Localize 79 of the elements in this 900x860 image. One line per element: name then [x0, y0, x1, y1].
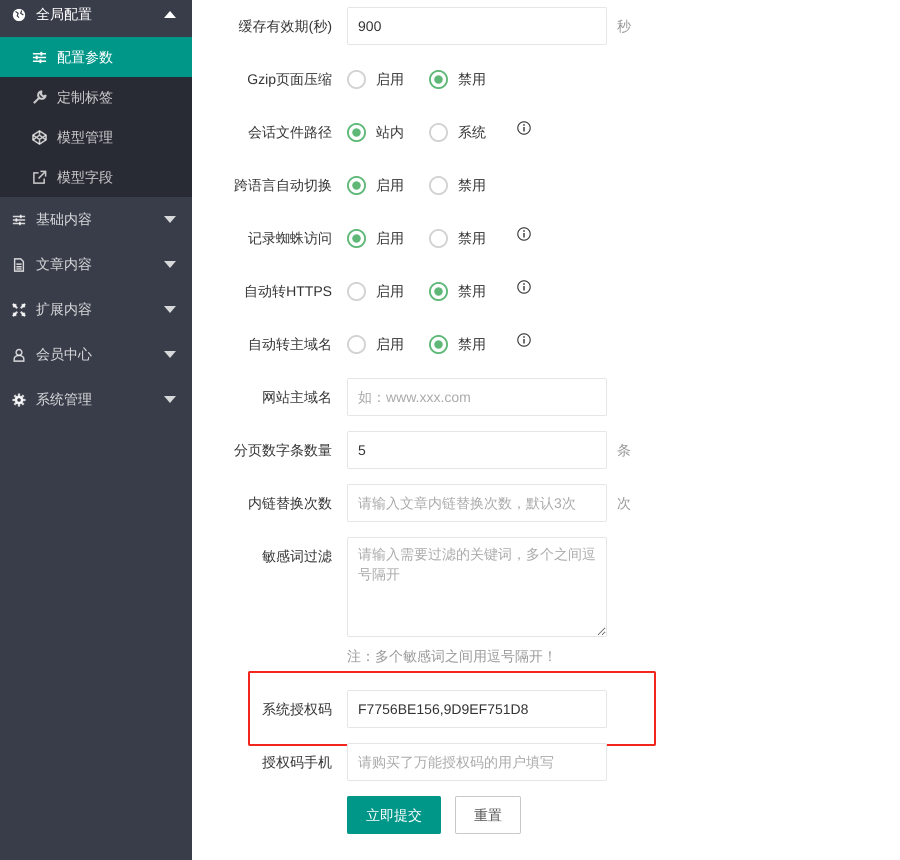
- input-field[interactable]: 5: [347, 431, 607, 469]
- input-field[interactable]: 请输入文章内链替换次数，默认3次: [347, 484, 607, 522]
- sidebar-item[interactable]: 模型字段: [0, 157, 192, 197]
- sidebar-group-header[interactable]: 会员中心: [0, 332, 192, 377]
- radio-option[interactable]: 禁用: [429, 174, 511, 196]
- info-icon[interactable]: [517, 227, 531, 241]
- radio-icon: [429, 282, 448, 300]
- expand-arrows-icon: [12, 302, 26, 316]
- field-label: 记录蜘蛛访问: [247, 229, 333, 248]
- field-label: 跨语言自动切换: [233, 176, 333, 195]
- field-label: 授权码手机: [261, 753, 333, 772]
- radio-option[interactable]: 启用: [347, 228, 429, 248]
- field-label: Gzip页面压缩: [246, 70, 333, 89]
- field-label: 缓存有效期(秒): [238, 17, 333, 36]
- radio-icon: [347, 122, 366, 142]
- sidebar-group-header[interactable]: 文章内容: [0, 242, 192, 287]
- sidebar-item[interactable]: 配置参数: [0, 37, 192, 77]
- sidebar-group-header[interactable]: 系统管理: [0, 377, 192, 422]
- sidebar-item[interactable]: 定制标签: [0, 77, 192, 117]
- caret-icon: [164, 216, 176, 223]
- document-icon: [12, 258, 26, 272]
- caret-icon: [164, 351, 176, 358]
- input-field[interactable]: 如：www.xxx.com: [347, 378, 607, 416]
- sidebar-group-header[interactable]: 全局配置: [0, 0, 192, 37]
- radio-icon: [347, 176, 366, 194]
- unit-label: 次: [617, 494, 631, 513]
- field-label: 自动转HTTPS: [243, 282, 333, 301]
- reset-button[interactable]: 重置: [455, 796, 521, 834]
- input-field[interactable]: 请购买了万能授权码的用户填写: [347, 743, 607, 781]
- external-link-icon: [32, 170, 47, 184]
- text-area[interactable]: 请输入需要过滤的关键词，多个之间逗号隔开: [347, 537, 607, 637]
- unit-label: 秒: [617, 17, 631, 36]
- unit-label: 条: [617, 441, 631, 460]
- submit-button[interactable]: 立即提交: [347, 796, 441, 834]
- gear-icon: [12, 392, 26, 406]
- radio-icon: [429, 334, 448, 354]
- input-field[interactable]: F7756BE156,9D9EF751D8: [347, 690, 607, 728]
- field-label: 内链替换次数: [247, 494, 333, 513]
- sidebar-group-header[interactable]: 扩展内容: [0, 287, 192, 332]
- radio-option[interactable]: 启用: [347, 68, 429, 90]
- radio-option[interactable]: 启用: [347, 174, 429, 196]
- radio-option[interactable]: 禁用: [429, 68, 511, 90]
- radio-option[interactable]: 启用: [347, 280, 429, 302]
- info-icon[interactable]: [517, 121, 531, 135]
- caret-icon: [164, 261, 176, 268]
- radio-icon: [347, 228, 366, 248]
- caret-icon: [164, 306, 176, 313]
- field-label: 系统授权码: [261, 700, 333, 719]
- sidebar-item[interactable]: 模型管理: [0, 117, 192, 157]
- radio-option[interactable]: 站内: [347, 122, 429, 142]
- radio-icon: [429, 228, 448, 248]
- radio-option[interactable]: 禁用: [429, 280, 511, 302]
- cube-icon: [32, 130, 47, 144]
- radio-icon: [347, 334, 366, 354]
- radio-option[interactable]: 启用: [347, 334, 429, 354]
- caret-icon: [164, 11, 176, 18]
- wrench-icon: [32, 90, 47, 104]
- field-label: 会话文件路径: [247, 123, 333, 142]
- hint-text: 注：多个敏感词之间用逗号隔开！: [347, 647, 558, 666]
- radio-icon: [429, 122, 448, 142]
- field-label: 自动转主域名: [247, 335, 333, 354]
- radio-option[interactable]: 禁用: [429, 334, 511, 354]
- radio-option[interactable]: 禁用: [429, 228, 511, 248]
- caret-icon: [164, 396, 176, 403]
- radio-option[interactable]: 系统: [429, 122, 511, 142]
- field-label: 网站主域名: [261, 388, 333, 407]
- sliders-icon: [32, 50, 47, 64]
- radio-icon: [429, 70, 448, 88]
- radio-icon: [347, 70, 366, 88]
- field-label: 敏感词过滤: [261, 547, 333, 566]
- sidebar-group-header[interactable]: 基础内容: [0, 197, 192, 242]
- sliders-icon: [12, 212, 26, 226]
- radio-icon: [429, 176, 448, 194]
- field-label: 分页数字条数量: [233, 441, 333, 460]
- radio-icon: [347, 282, 366, 300]
- user-icon: [12, 348, 26, 362]
- input-field[interactable]: 900: [347, 7, 607, 45]
- info-icon[interactable]: [517, 333, 531, 347]
- info-icon[interactable]: [517, 280, 531, 294]
